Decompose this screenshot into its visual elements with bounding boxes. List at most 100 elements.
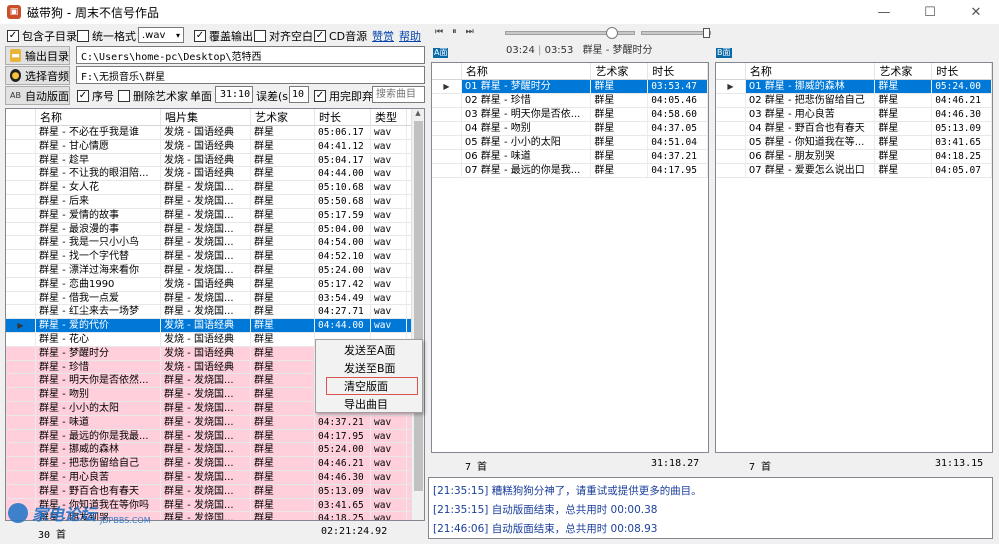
library-scrollbar[interactable]: ▲ bbox=[411, 109, 424, 520]
table-row[interactable]: 07 群星 - 爱要怎么说出口 群星 04:05.07 bbox=[716, 164, 992, 178]
close-button[interactable]: ✕ bbox=[953, 0, 999, 24]
volume-bar[interactable] bbox=[641, 28, 711, 38]
menu-send-b[interactable]: 发送至B面 bbox=[316, 359, 422, 377]
col-artist[interactable]: 艺术家 bbox=[251, 109, 315, 125]
cell-type: wav bbox=[371, 429, 407, 443]
table-row[interactable]: 群星 - 找一个字代替 群星 - 发烧国... 群星 04:52.10 wav bbox=[6, 250, 424, 264]
discard-used-checkbox[interactable]: ✓ 用完即弃 bbox=[314, 88, 373, 104]
side-b-table[interactable]: 名称 艺术家 时长 ▶ 01 群星 - 挪威的森林 群星 05:24.00 02 群星 … bbox=[715, 62, 993, 453]
table-row[interactable]: 群星 - 后来 群星 - 发烧国... 群星 05:50.68 wav bbox=[6, 194, 424, 209]
col-album[interactable]: 唱片集 bbox=[161, 109, 251, 125]
side-a-count: 7 首 bbox=[465, 462, 488, 473]
cell-artist: 群星 bbox=[251, 374, 315, 388]
table-row[interactable]: ▶ 01 群星 - 梦醒时分 群星 03:53.47 bbox=[432, 80, 708, 94]
cell-name: 群星 - 用心良苦 bbox=[36, 470, 161, 484]
table-row[interactable]: 群星 - 爱情的故事 群星 - 发烧国... 群星 05:17.59 wav bbox=[6, 208, 424, 223]
row-indicator bbox=[6, 139, 36, 153]
select-audio-button[interactable]: ● 选择音频 bbox=[5, 66, 70, 85]
table-row[interactable]: 03 群星 - 用心良苦 群星 04:46.30 bbox=[716, 108, 992, 122]
volume-thumb[interactable] bbox=[703, 28, 711, 38]
table-row[interactable]: 群星 - 不让我的眼泪陪... 发烧 - 国语经典 群星 04:44.00 wav bbox=[6, 167, 424, 182]
table-row[interactable]: 02 群星 - 把悲伤留给自己 群星 04:46.21 bbox=[716, 94, 992, 108]
donate-link[interactable]: 赞赏 bbox=[372, 28, 394, 44]
serial-checkbox[interactable]: ✓ 序号 bbox=[77, 88, 114, 104]
col-duration[interactable]: 时长 bbox=[932, 63, 992, 79]
table-row[interactable]: 群星 - 红尘来去一场梦 群星 - 发烧国... 群星 04:27.71 wav bbox=[6, 305, 424, 320]
table-row[interactable]: 04 群星 - 吻别 群星 04:37.05 bbox=[432, 122, 708, 136]
col-type[interactable]: 类型 bbox=[371, 109, 407, 125]
include-subdir-checkbox[interactable]: ✓ 包含子目录 bbox=[7, 28, 77, 44]
cell-duration: 04:51.04 bbox=[648, 136, 708, 149]
col-artist[interactable]: 艺术家 bbox=[591, 63, 649, 79]
cell-album: 发烧 - 国语经典 bbox=[161, 360, 251, 374]
table-row[interactable]: 群星 - 挪威的森林 群星 - 发烧国... 群星 05:24.00 wav bbox=[6, 443, 424, 458]
side-a-table[interactable]: 名称 艺术家 时长 ▶ 01 群星 - 梦醒时分 群星 03:53.47 02 群星 -… bbox=[431, 62, 709, 453]
output-path-field[interactable]: C:\Users\home-pc\Desktop\范特西 bbox=[76, 46, 425, 64]
cell-duration: 04:41.12 bbox=[315, 139, 371, 153]
seek-bar[interactable] bbox=[505, 27, 635, 39]
table-row[interactable]: 群星 - 不必在乎我是谁 发烧 - 国语经典 群星 05:06.17 wav bbox=[6, 126, 424, 140]
minimize-button[interactable]: — bbox=[861, 0, 907, 24]
table-row[interactable]: 群星 - 恋曲1990 发烧 - 国语经典 群星 05:17.42 wav bbox=[6, 277, 424, 292]
cd-source-checkbox[interactable]: ✓ CD音源 bbox=[314, 28, 367, 44]
output-dir-button[interactable]: ▬ 输出目录 bbox=[5, 46, 70, 65]
next-icon[interactable]: ⏭ bbox=[466, 27, 474, 37]
col-duration[interactable]: 时长 bbox=[315, 109, 371, 125]
table-row[interactable]: 05 群星 - 你知道我在等... 群星 03:41.65 bbox=[716, 136, 992, 150]
col-name[interactable]: 名称 bbox=[746, 63, 876, 79]
source-path-field[interactable]: F:\无损音乐\群星 bbox=[76, 66, 425, 84]
search-track-input[interactable] bbox=[372, 86, 425, 103]
tolerance-input[interactable]: 10 bbox=[289, 86, 309, 103]
table-row[interactable]: 群星 - 用心良苦 群星 - 发烧国... 群星 04:46.30 wav bbox=[6, 470, 424, 485]
scroll-thumb[interactable] bbox=[414, 121, 423, 491]
col-name[interactable]: 名称 bbox=[36, 109, 161, 125]
table-row[interactable]: 06 群星 - 味道 群星 04:37.21 bbox=[432, 150, 708, 164]
remove-artist-checkbox[interactable]: 删除艺术家 bbox=[118, 88, 188, 104]
align-blank-checkbox[interactable]: 对齐空白 bbox=[254, 28, 313, 44]
table-row[interactable]: 群星 - 甘心情愿 发烧 - 国语经典 群星 04:41.12 wav bbox=[6, 139, 424, 154]
table-row[interactable]: 群星 - 最远的你是我最... 群星 - 发烧国... 群星 04:17.95 wav bbox=[6, 429, 424, 444]
side-length-input[interactable]: 31:10 bbox=[215, 86, 253, 103]
table-row[interactable]: 群星 - 把悲伤留给自己 群星 - 发烧国... 群星 04:46.21 wav bbox=[6, 457, 424, 471]
format-select[interactable]: .wav ▾ bbox=[138, 27, 184, 43]
previous-icon[interactable]: ⏮ bbox=[435, 27, 443, 37]
col-artist[interactable]: 艺术家 bbox=[875, 63, 933, 79]
overwrite-output-checkbox[interactable]: ✓ 覆盖输出 bbox=[194, 28, 253, 44]
table-row[interactable]: 群星 - 味道 群星 - 发烧国... 群星 04:37.21 wav bbox=[6, 415, 424, 430]
table-row[interactable]: 群星 - 女人花 群星 - 发烧国... 群星 05:10.68 wav bbox=[6, 181, 424, 195]
table-row[interactable]: 群星 - 漂洋过海来看你 群星 - 发烧国... 群星 05:24.00 wav bbox=[6, 263, 424, 278]
table-row[interactable]: 04 群星 - 野百合也有春天 群星 05:13.09 bbox=[716, 122, 992, 136]
col-duration[interactable]: 时长 bbox=[648, 63, 708, 79]
table-row[interactable]: 06 群星 - 朋友别哭 群星 04:18.25 bbox=[716, 150, 992, 164]
table-row[interactable]: 05 群星 - 小小的太阳 群星 04:51.04 bbox=[432, 136, 708, 150]
table-row[interactable]: ▶ 01 群星 - 挪威的森林 群星 05:24.00 bbox=[716, 80, 992, 94]
seek-thumb[interactable] bbox=[606, 27, 619, 39]
table-row[interactable]: 02 群星 - 珍惜 群星 04:05.46 bbox=[432, 94, 708, 108]
pause-icon[interactable]: ⏸ bbox=[452, 27, 457, 37]
maximize-button[interactable]: ☐ bbox=[907, 0, 953, 24]
library-table[interactable]: 名称 唱片集 艺术家 时长 类型 群星 - 不必在乎我是谁 发烧 - 国语经典 群星… bbox=[5, 108, 425, 521]
remove-artist-label: 删除艺术家 bbox=[133, 90, 188, 103]
table-row[interactable]: 群星 - 最浪漫的事 群星 - 发烧国... 群星 05:04.00 wav bbox=[6, 222, 424, 237]
menu-clear-sides[interactable]: 清空版面 bbox=[326, 377, 418, 395]
menu-send-a[interactable]: 发送至A面 bbox=[316, 341, 422, 359]
table-row[interactable]: ▶ 群星 - 爱的代价 发烧 - 国语经典 群星 04:44.00 wav bbox=[6, 319, 424, 333]
serial-label: 序号 bbox=[92, 90, 114, 103]
row-indicator bbox=[6, 263, 36, 277]
table-row[interactable]: 03 群星 - 明天你是否依... 群星 04:58.60 bbox=[432, 108, 708, 122]
table-row[interactable]: 群星 - 借我一点爱 群星 - 发烧国... 群星 03:54.49 wav bbox=[6, 291, 424, 306]
table-row[interactable]: 07 群星 - 最远的你是我... 群星 04:17.95 bbox=[432, 164, 708, 178]
scroll-up-icon[interactable]: ▲ bbox=[412, 109, 424, 119]
menu-export-tracks[interactable]: 导出曲目 bbox=[316, 395, 422, 413]
help-link[interactable]: 帮助 bbox=[399, 28, 421, 44]
auto-layout-button[interactable]: AB 自动版面 bbox=[5, 86, 70, 105]
table-row[interactable]: 群星 - 趁早 发烧 - 国语经典 群星 05:04.17 wav bbox=[6, 153, 424, 168]
cell-name: 01 群星 - 梦醒时分 bbox=[462, 80, 592, 93]
unify-format-checkbox[interactable]: 统一格式 bbox=[77, 28, 136, 44]
table-row[interactable]: 群星 - 我是一只小小鸟 群星 - 发烧国... 群星 04:54.00 wav bbox=[6, 236, 424, 251]
row-indicator bbox=[6, 429, 36, 443]
cell-artist: 群星 bbox=[875, 108, 933, 121]
row-indicator bbox=[432, 150, 462, 163]
col-name[interactable]: 名称 bbox=[462, 63, 592, 79]
table-row[interactable]: 群星 - 野百合也有春天 群星 - 发烧国... 群星 05:13.09 wav bbox=[6, 484, 424, 499]
